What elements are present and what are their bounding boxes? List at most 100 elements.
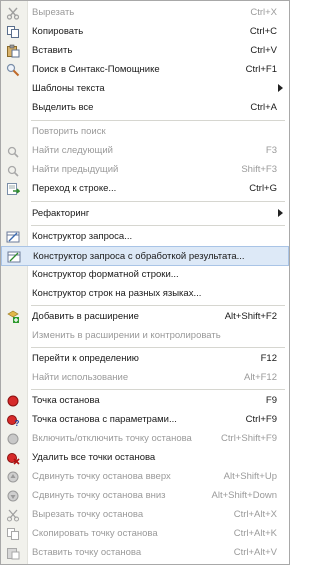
scissors-icon	[6, 6, 20, 20]
menu-item-shortcut: F9	[265, 395, 277, 406]
cut-breakpoint-icon	[6, 508, 20, 522]
paste-icon	[6, 44, 20, 58]
menu-item-cut-breakpoint[interactable]: Вырезать точку останова Ctrl+Alt+X	[1, 505, 289, 525]
menu-item-shortcut: Ctrl+X	[250, 7, 277, 18]
menu-separator	[31, 201, 285, 202]
menu-item-goto-line[interactable]: Переход к строке... Ctrl+G	[1, 179, 289, 199]
menu-item-select-all[interactable]: Выделить все Ctrl+A	[1, 98, 289, 118]
syntax-search-icon	[6, 63, 20, 77]
menu-separator	[31, 225, 285, 226]
copy-breakpoint-icon	[6, 527, 20, 541]
menu-item-label: Конструктор запроса...	[32, 231, 133, 242]
menu-item-shortcut: Alt+Shift+Up	[223, 471, 277, 482]
paste-breakpoint-icon	[6, 546, 20, 560]
submenu-arrow-icon	[278, 209, 283, 217]
menu-item-label: Шаблоны текста	[32, 83, 105, 94]
menu-item-label: Добавить в расширение	[32, 311, 139, 322]
move-breakpoint-down-icon	[6, 489, 20, 503]
menu-separator	[31, 305, 285, 306]
menu-item-shortcut: Ctrl+A	[250, 102, 277, 113]
find-next-icon	[6, 144, 20, 158]
menu-item-shortcut: Ctrl+F1	[245, 64, 277, 75]
menu-item-paste[interactable]: Вставить Ctrl+V	[1, 41, 289, 61]
menu-item-breakpoint-params[interactable]: ? Точка останова с параметрами... Ctrl+F…	[1, 410, 289, 430]
menu-item-shortcut: Ctrl+Shift+F9	[221, 433, 277, 444]
menu-item-label: Изменить в расширении и контролировать	[32, 330, 221, 341]
menu-item-shortcut: Ctrl+Alt+K	[233, 528, 277, 539]
menu-item-label: Копировать	[32, 26, 84, 37]
menu-item-find-next[interactable]: Найти следующий F3	[1, 141, 289, 161]
menu-item-label: Точка останова	[32, 395, 100, 406]
menu-item-label: Вставить	[32, 45, 73, 56]
add-extension-icon	[6, 310, 20, 324]
menu-item-repeat-search[interactable]: Повторить поиск	[1, 122, 289, 142]
menu-item-label: Переход к строке...	[32, 183, 117, 194]
menu-item-text-templates[interactable]: Шаблоны текста	[1, 79, 289, 99]
menu-item-shortcut: Ctrl+V	[250, 45, 277, 56]
menu-item-copy[interactable]: Копировать Ctrl+C	[1, 22, 289, 42]
query-builder-result-icon	[7, 250, 21, 264]
menu-item-query-builder[interactable]: Конструктор запроса...	[1, 227, 289, 247]
submenu-arrow-icon	[278, 84, 283, 92]
menu-item-refactoring[interactable]: Рефакторинг	[1, 204, 289, 224]
menu-item-shortcut: Ctrl+Alt+V	[233, 547, 277, 558]
menu-item-find-usages[interactable]: Найти использование Alt+F12	[1, 368, 289, 388]
svg-text:?: ?	[15, 419, 20, 427]
menu-item-shortcut: Ctrl+C	[249, 26, 277, 37]
menu-item-label: Точка останова с параметрами...	[32, 414, 177, 425]
menu-item-paste-breakpoint[interactable]: Вставить точку останова Ctrl+Alt+V	[1, 543, 289, 563]
menu-item-label: Сдвинуть точку останова вниз	[32, 490, 166, 501]
menu-item-shortcut: F3	[265, 145, 277, 156]
menu-item-shortcut: Alt+Shift+F2	[224, 311, 277, 322]
menu-item-toggle-breakpoint[interactable]: Включить/отключить точку останова Ctrl+S…	[1, 429, 289, 449]
menu-item-label: Конструктор форматной строки...	[32, 269, 179, 280]
delete-breakpoints-icon	[6, 451, 20, 465]
menu-item-shortcut: Alt+Shift+Down	[211, 490, 277, 501]
menu-item-query-builder-result[interactable]: Конструктор запроса с обработкой результ…	[1, 246, 289, 266]
menu-item-label: Скопировать точку останова	[32, 528, 158, 539]
menu-item-label: Поиск в Синтакс-Помощнике	[32, 64, 160, 75]
menu-item-modify-in-extension[interactable]: Изменить в расширении и контролировать	[1, 326, 289, 346]
menu-item-label: Найти предыдущий	[32, 164, 119, 175]
menu-item-label: Найти использование	[32, 372, 129, 383]
menu-item-format-string-builder[interactable]: Конструктор форматной строки...	[1, 265, 289, 285]
menu-item-label: Повторить поиск	[32, 126, 106, 137]
menu-item-label: Выделить все	[32, 102, 94, 113]
menu-item-shortcut: Shift+F3	[241, 164, 277, 175]
menu-item-move-breakpoint-up[interactable]: Сдвинуть точку останова вверх Alt+Shift+…	[1, 467, 289, 487]
menu-separator	[31, 347, 285, 348]
menu-item-label: Конструктор запроса с обработкой результ…	[33, 251, 245, 262]
menu-item-delete-all-breakpoints[interactable]: Удалить все точки останова	[1, 448, 289, 468]
menu-item-shortcut: F12	[260, 353, 277, 364]
menu-item-label: Включить/отключить точку останова	[32, 433, 192, 444]
menu-item-label: Удалить все точки останова	[32, 452, 156, 463]
menu-item-go-to-definition[interactable]: Перейти к определению F12	[1, 349, 289, 369]
menu-item-add-to-extension[interactable]: Добавить в расширение Alt+Shift+F2	[1, 307, 289, 327]
move-breakpoint-up-icon	[6, 470, 20, 484]
menu-item-shortcut: Alt+F12	[243, 372, 277, 383]
menu-item-multilang-string-builder[interactable]: Конструктор строк на разных языках...	[1, 284, 289, 304]
breakpoint-params-icon: ?	[6, 413, 20, 427]
menu-separator	[31, 120, 285, 121]
menu-item-label: Вставить точку останова	[32, 547, 142, 558]
menu-item-find-prev[interactable]: Найти предыдущий Shift+F3	[1, 160, 289, 180]
menu-item-breakpoint[interactable]: Точка останова F9	[1, 391, 289, 411]
menu-item-syntax-search[interactable]: Поиск в Синтакс-Помощнике Ctrl+F1	[1, 60, 289, 80]
menu-item-shortcut: Ctrl+G	[249, 183, 277, 194]
menu-item-label: Сдвинуть точку останова вверх	[32, 471, 171, 482]
copy-icon	[6, 25, 20, 39]
query-builder-icon	[6, 230, 20, 244]
menu-item-label: Конструктор строк на разных языках...	[32, 288, 202, 299]
menu-item-shortcut: Ctrl+Alt+X	[233, 509, 277, 520]
menu-item-shortcut: Ctrl+F9	[245, 414, 277, 425]
menu-separator	[31, 389, 285, 390]
menu-item-label: Вырезать	[32, 7, 75, 18]
breakpoint-icon	[6, 394, 20, 408]
context-menu: Вырезать Ctrl+X Копировать Ctrl+C Встави…	[0, 0, 290, 565]
menu-item-move-breakpoint-down[interactable]: Сдвинуть точку останова вниз Alt+Shift+D…	[1, 486, 289, 506]
menu-item-copy-breakpoint[interactable]: Скопировать точку останова Ctrl+Alt+K	[1, 524, 289, 544]
menu-item-label: Рефакторинг	[32, 208, 90, 219]
toggle-breakpoint-icon	[6, 432, 20, 446]
menu-item-cut[interactable]: Вырезать Ctrl+X	[1, 3, 289, 23]
menu-item-label: Вырезать точку останова	[32, 509, 144, 520]
